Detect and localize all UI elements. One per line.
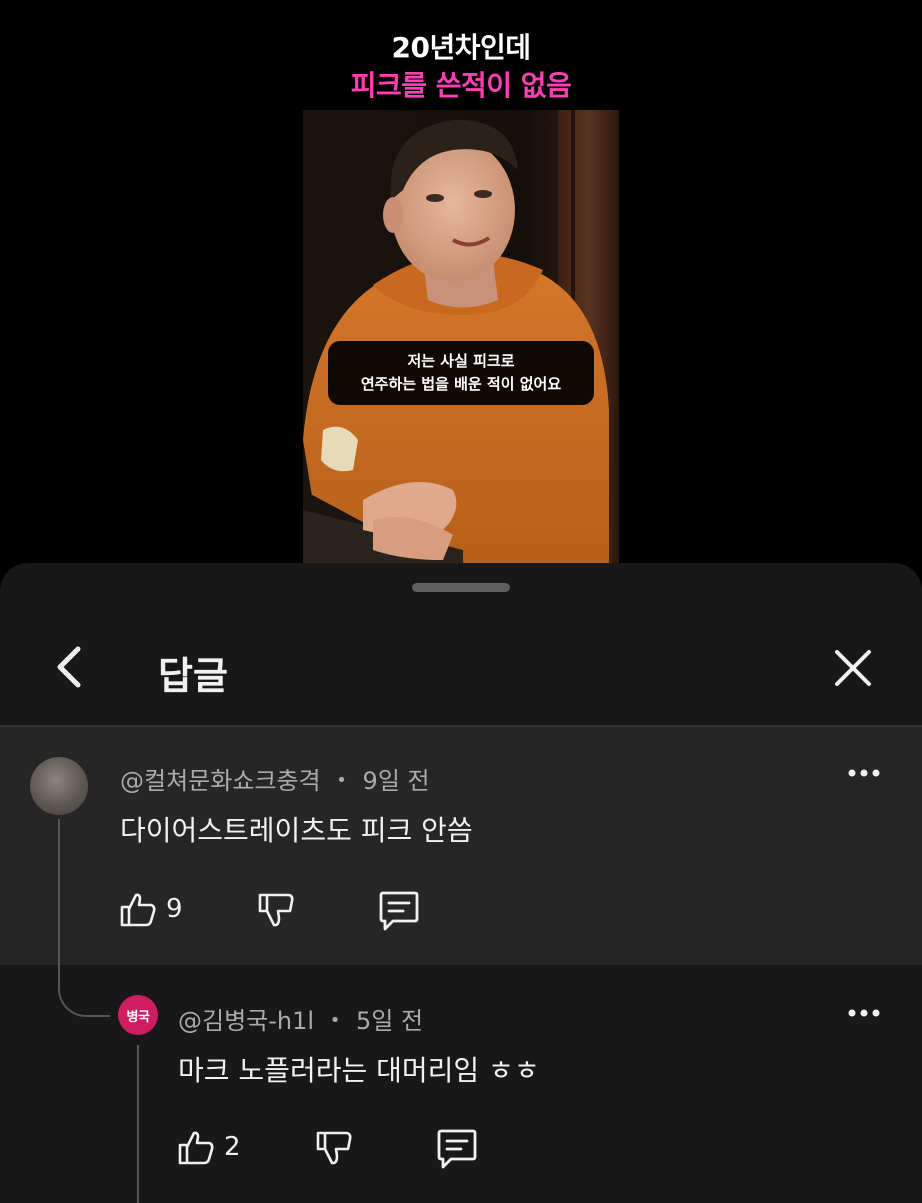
chevron-left-icon xyxy=(57,646,81,688)
reply-button[interactable] xyxy=(435,1127,479,1171)
video-still-image xyxy=(303,110,619,565)
like-count: 9 xyxy=(166,894,183,924)
video-subtitle-line2: 연주하는 법을 배운 적이 없어요 xyxy=(360,375,562,393)
dislike-button[interactable] xyxy=(256,891,296,931)
thread-connector xyxy=(58,965,110,1017)
more-dots-icon xyxy=(848,769,880,777)
thumbs-down-icon xyxy=(316,1131,352,1165)
parent-comment: @컬쳐문화쇼크충격 • 9일 전 다이어스트레이츠도 피크 안씀 9 xyxy=(0,727,922,969)
comment-meta: @김병국-h1l • 5일 전 xyxy=(178,1001,423,1036)
comment-meta: @컬쳐문화쇼크충격 • 9일 전 xyxy=(120,761,430,796)
close-button[interactable] xyxy=(828,643,878,693)
video-caption-line1: 20년차인데 xyxy=(391,31,531,64)
reply-comment-icon xyxy=(437,1129,477,1169)
comment-text: 마크 노플러라는 대머리임 ㅎㅎ xyxy=(178,1054,540,1087)
video-subtitle-line1: 저는 사실 피크로 xyxy=(407,352,515,370)
like-count: 2 xyxy=(224,1132,241,1162)
video-subtitle: 저는 사실 피크로 연주하는 법을 배운 적이 없어요 xyxy=(328,341,594,405)
dislike-button[interactable] xyxy=(314,1129,354,1169)
close-icon xyxy=(835,650,871,686)
like-button[interactable]: 9 xyxy=(118,889,183,929)
video-frame xyxy=(303,110,619,565)
reply-comment-icon xyxy=(379,891,419,931)
comment-text: 다이어스트레이츠도 피크 안씀 xyxy=(120,814,473,847)
comment-time[interactable]: 9일 전 xyxy=(363,767,430,795)
video-player[interactable]: 20년차인데 피크를 쓴적이 없음 저는 사실 피크로 연주하는 법을 배운 적… xyxy=(0,0,922,580)
more-dots-icon xyxy=(848,1009,880,1017)
thumbs-down-icon xyxy=(258,893,294,927)
reply-button[interactable] xyxy=(377,889,421,933)
thread-line xyxy=(58,819,60,969)
sheet-drag-handle[interactable] xyxy=(412,583,510,592)
meta-separator: • xyxy=(329,1010,341,1031)
thread-line xyxy=(137,1045,139,1203)
thumbs-up-icon xyxy=(178,1131,214,1165)
like-button[interactable]: 2 xyxy=(176,1127,241,1167)
comment-author[interactable]: @컬쳐문화쇼크충격 xyxy=(120,767,321,795)
meta-separator: • xyxy=(336,770,347,791)
comment-time[interactable]: 5일 전 xyxy=(356,1007,423,1035)
comment-more-button[interactable] xyxy=(842,751,886,795)
thumbs-up-icon xyxy=(120,893,156,927)
back-button[interactable] xyxy=(44,643,92,691)
comment-more-button[interactable] xyxy=(842,991,886,1035)
avatar[interactable] xyxy=(30,757,88,815)
sheet-title: 답글 xyxy=(158,654,228,698)
avatar[interactable]: 병국 xyxy=(118,995,158,1035)
comment-author[interactable]: @김병국-h1l xyxy=(178,1007,314,1035)
sheet-header: 답글 xyxy=(0,623,922,723)
video-caption-line2: 피크를 쓴적이 없음 xyxy=(350,69,572,102)
reply-comment: 병국 @김병국-h1l • 5일 전 마크 노플러라는 대머리임 ㅎㅎ 2 xyxy=(0,965,922,1203)
replies-sheet: 답글 @컬쳐문화쇼크충격 • 9일 전 다이어스트레이츠도 피크 안씀 9 병국… xyxy=(0,563,922,1203)
